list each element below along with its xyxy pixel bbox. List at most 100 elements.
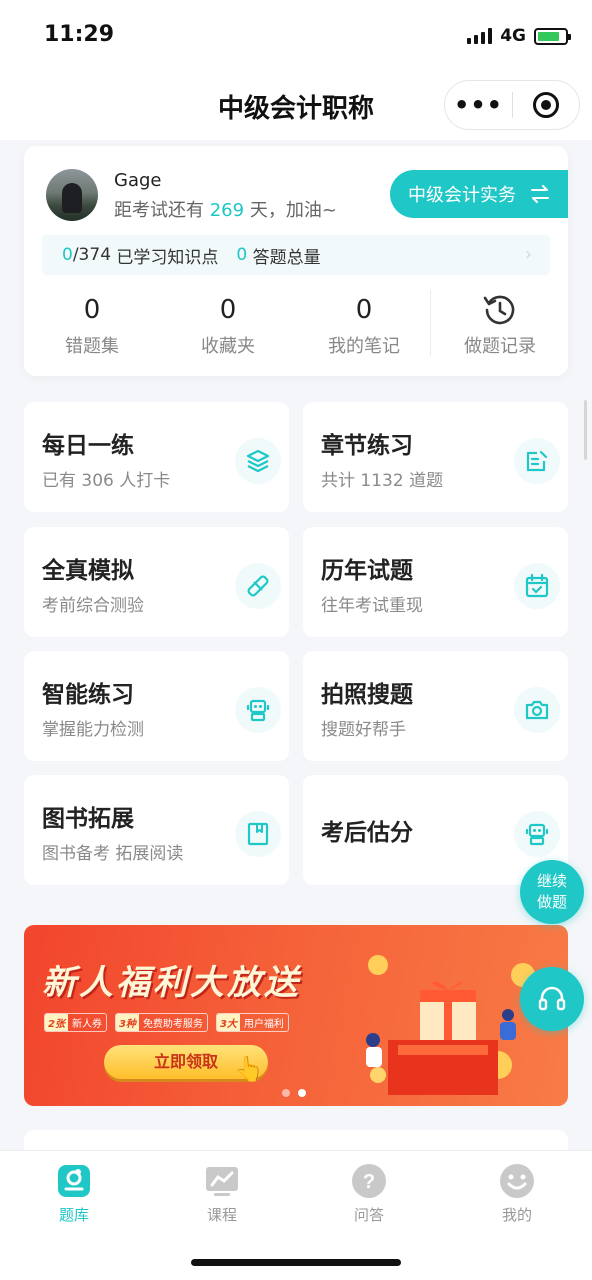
headset-icon — [538, 986, 566, 1011]
tag-key: 3大 — [216, 1014, 240, 1031]
promo-banner[interactable]: 新人福利大放送 2张 新人券 3种 免费助考服务 3大 用户福利 立即领取 👆 — [24, 925, 568, 1106]
gift-illustration — [366, 955, 535, 1095]
switch-subject-button[interactable]: 中级会计实务 — [390, 170, 568, 218]
stat-notes[interactable]: 0 我的笔记 — [296, 290, 432, 366]
tile-subtitle: 图书备考 拓展阅读 — [42, 844, 184, 864]
tile-mock-exam[interactable]: 全真模拟 考前综合测验 — [24, 527, 289, 637]
tab-qa[interactable]: ? 问答 — [329, 1163, 409, 1225]
tag-key: 3种 — [115, 1014, 139, 1031]
tile-daily-practice[interactable]: 每日一练 已有 306 人打卡 — [24, 402, 289, 512]
status-bar: 11:29 4G — [0, 0, 592, 70]
stat-label: 错题集 — [65, 336, 119, 357]
tab-courses[interactable]: 课程 — [182, 1163, 262, 1225]
calendar-icon — [514, 563, 560, 609]
stat-value: 0 — [219, 295, 237, 325]
stat-label: 我的笔记 — [328, 336, 400, 357]
subject-label: 中级会计实务 — [408, 185, 516, 206]
smiley-icon — [499, 1163, 535, 1199]
banner-tag: 3种 免费助考服务 — [114, 1013, 208, 1032]
countdown-days: 269 — [209, 200, 245, 221]
tile-subtitle: 搜题好帮手 — [321, 720, 406, 740]
question-icon: ? — [351, 1163, 387, 1199]
continue-practice-button[interactable]: 继续 做题 — [520, 860, 584, 924]
tab-label: 我的 — [501, 1206, 532, 1224]
study-progress-strip[interactable]: 0/374 已学习知识点 0 答题总量 › — [42, 235, 550, 275]
status-indicators: 4G — [467, 26, 571, 46]
tab-mine[interactable]: 我的 — [477, 1163, 557, 1225]
close-miniprogram-button[interactable] — [513, 92, 579, 118]
mini-program-capsule: ••• — [444, 80, 580, 130]
stat-history[interactable]: 做题记录 — [432, 290, 568, 366]
user-name: Gage — [114, 170, 162, 191]
courses-icon — [204, 1163, 240, 1199]
tab-label: 问答 — [353, 1206, 384, 1224]
tile-title: 拍照搜题 — [321, 682, 413, 708]
tile-past-exams[interactable]: 历年试题 往年考试重现 — [303, 527, 568, 637]
tag-value: 新人券 — [71, 1019, 102, 1030]
tile-title: 智能练习 — [42, 682, 134, 708]
chevron-right-icon: › — [524, 244, 532, 265]
tile-title: 考后估分 — [321, 820, 413, 846]
tab-label: 题库 — [58, 1206, 89, 1224]
answered-count: 0 — [236, 245, 248, 265]
tile-title: 历年试题 — [321, 558, 413, 584]
more-icon[interactable]: ••• — [445, 93, 512, 117]
tag-value: 免费助考服务 — [142, 1019, 203, 1030]
swap-icon — [531, 185, 549, 203]
tile-subtitle: 已有 306 人打卡 — [42, 471, 171, 491]
tab-question-bank[interactable]: 题库 — [34, 1163, 114, 1225]
pen-icon — [235, 563, 281, 609]
banner-tags: 2张 新人券 3种 免费助考服务 3大 用户福利 — [44, 1013, 289, 1032]
stat-value: 0 — [83, 295, 101, 325]
network-type: 4G — [500, 26, 526, 46]
stat-favorites[interactable]: 0 收藏夹 — [160, 290, 296, 366]
nav-bar: 中级会计职称 ••• — [0, 70, 592, 140]
camera-icon — [514, 687, 560, 733]
tile-subtitle: 掌握能力检测 — [42, 720, 144, 740]
hand-pointer-icon: 👆 — [234, 1055, 264, 1083]
banner-tag: 2张 新人券 — [44, 1013, 107, 1032]
tile-chapter-practice[interactable]: 章节练习 共计 1132 道题 — [303, 402, 568, 512]
signal-icon — [467, 28, 493, 44]
tile-subtitle: 考前综合测验 — [42, 596, 144, 616]
battery-icon — [534, 27, 571, 45]
layers-icon — [235, 438, 281, 484]
countdown-prefix: 距考试还有 — [114, 200, 210, 221]
history-icon — [483, 295, 515, 325]
tile-title: 章节练习 — [321, 433, 413, 459]
stat-value: 0 — [355, 295, 373, 325]
stat-wrong-questions[interactable]: 0 错题集 — [24, 290, 160, 366]
tile-subtitle: 共计 1132 道题 — [321, 471, 444, 491]
tab-label: 课程 — [206, 1206, 237, 1224]
svg-text:?: ? — [363, 1171, 375, 1193]
tile-book-extension[interactable]: 图书拓展 图书备考 拓展阅读 — [24, 775, 289, 885]
banner-title: 新人福利大放送 — [42, 963, 301, 1003]
home-indicator — [191, 1259, 401, 1266]
tile-title: 全真模拟 — [42, 558, 134, 584]
profile-card: Gage 距考试还有 269 天，加油~ 中级会计实务 0/374 已学习知识点… — [24, 146, 568, 376]
stat-label: 做题记录 — [464, 336, 536, 357]
tile-photo-search[interactable]: 拍照搜题 搜题好帮手 — [303, 651, 568, 761]
exam-countdown: 距考试还有 269 天，加油~ — [114, 196, 337, 222]
status-time: 11:29 — [44, 22, 115, 47]
answered-label: 答题总量 — [252, 247, 321, 268]
edit-icon — [514, 438, 560, 484]
countdown-suffix: 天，加油~ — [244, 200, 337, 221]
robot-icon — [235, 687, 281, 733]
tile-title: 图书拓展 — [42, 806, 134, 832]
customer-service-button[interactable] — [520, 967, 584, 1031]
stat-label: 收藏夹 — [201, 336, 255, 357]
book-icon — [235, 811, 281, 857]
tile-smart-practice[interactable]: 智能练习 掌握能力检测 — [24, 651, 289, 761]
learned-label: 已学习知识点 — [116, 247, 219, 268]
banner-tag: 3大 用户福利 — [215, 1013, 289, 1032]
tag-key: 2张 — [45, 1014, 68, 1031]
carousel-dots — [282, 1089, 306, 1097]
tile-subtitle: 往年考试重现 — [321, 596, 423, 616]
stats-row: 0 错题集 0 收藏夹 0 我的笔记 做题记录 — [24, 290, 568, 366]
scrollbar[interactable] — [584, 400, 587, 460]
avatar[interactable] — [46, 169, 98, 221]
question-bank-icon — [56, 1163, 92, 1199]
learned-count: 0 — [62, 245, 73, 265]
robot-icon — [514, 811, 560, 857]
